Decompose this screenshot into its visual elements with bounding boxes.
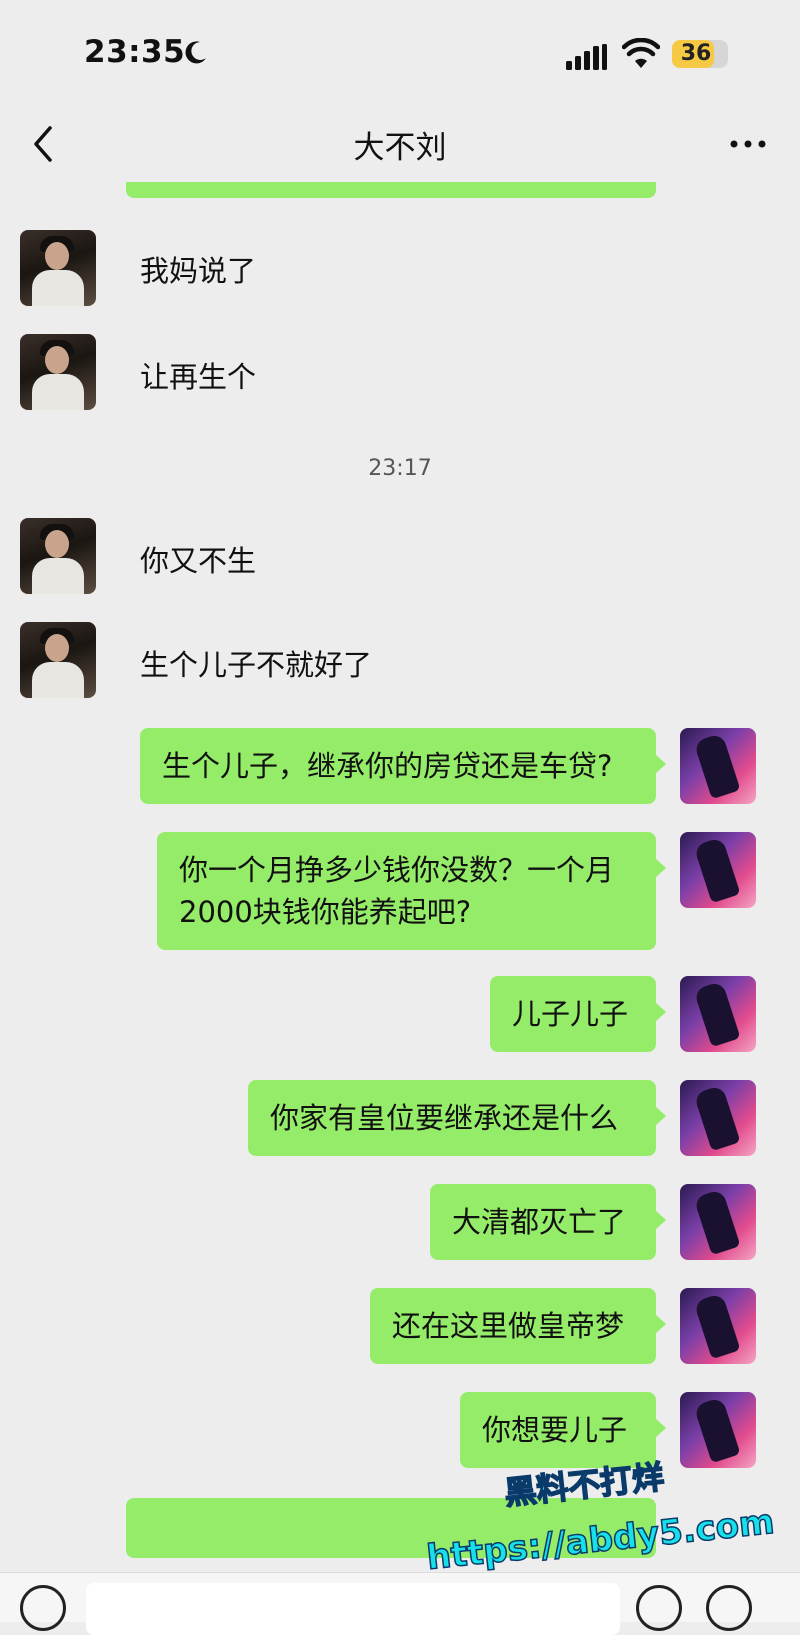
avatar[interactable] [680,728,756,804]
message-bubble[interactable]: 还在这里做皇帝梦 [370,1288,666,1364]
moon-icon [185,41,206,64]
message-bubble[interactable]: 你一个月挣多少钱你没数？一个月 2000块钱你能养起吧? [157,832,666,950]
avatar[interactable] [680,976,756,1052]
battery-level: 36 [680,41,712,66]
avatar[interactable] [680,1080,756,1156]
message-bubble[interactable]: 大清都灭亡了 [430,1184,666,1260]
avatar[interactable] [680,1288,756,1364]
message-text[interactable]: 我妈说了 [140,248,256,290]
avatar[interactable] [20,334,96,410]
status-time: 23:35 [84,34,186,70]
chat-header: 大不刘 [0,110,800,182]
battery-icon: 36 [672,40,728,68]
avatar[interactable] [20,518,96,594]
message-text[interactable]: 你又不生 [140,538,256,580]
message-bubble[interactable]: 生个儿子，继承你的房贷还是车贷? [140,728,666,804]
status-bar: 23:35 36 [0,0,800,110]
signal-icon [566,44,607,70]
message-bubble[interactable]: 你想要儿子 [460,1392,666,1468]
avatar[interactable] [20,230,96,306]
avatar[interactable] [20,622,96,698]
message-bubble-partial[interactable] [126,1498,656,1558]
message-bubble-partial[interactable] [126,182,656,198]
chat-area[interactable]: 我妈说了 让再生个 23:17 你又不生 生个儿子不就好了 生个儿子，继承你的房… [0,182,800,1572]
message-bubble[interactable]: 儿子儿子 [490,976,666,1052]
emoji-icon[interactable] [636,1585,682,1631]
voice-icon[interactable] [20,1585,66,1631]
message-input[interactable] [86,1583,620,1635]
message-bubble[interactable]: 你家有皇位要继承还是什么 [248,1080,666,1156]
avatar[interactable] [680,1184,756,1260]
message-timestamp: 23:17 [368,456,432,481]
message-line: 你一个月挣多少钱你没数？一个月 [179,853,615,887]
more-icon[interactable] [728,132,768,156]
wifi-icon [622,38,660,68]
message-text[interactable]: 生个儿子不就好了 [140,642,372,684]
avatar[interactable] [680,1392,756,1468]
input-bar [0,1572,800,1635]
chat-title: 大不刘 [353,130,447,166]
message-text[interactable]: 让再生个 [140,354,256,396]
avatar[interactable] [680,832,756,908]
message-line: 2000块钱你能养起吧? [179,895,472,929]
plus-icon[interactable] [706,1585,752,1631]
